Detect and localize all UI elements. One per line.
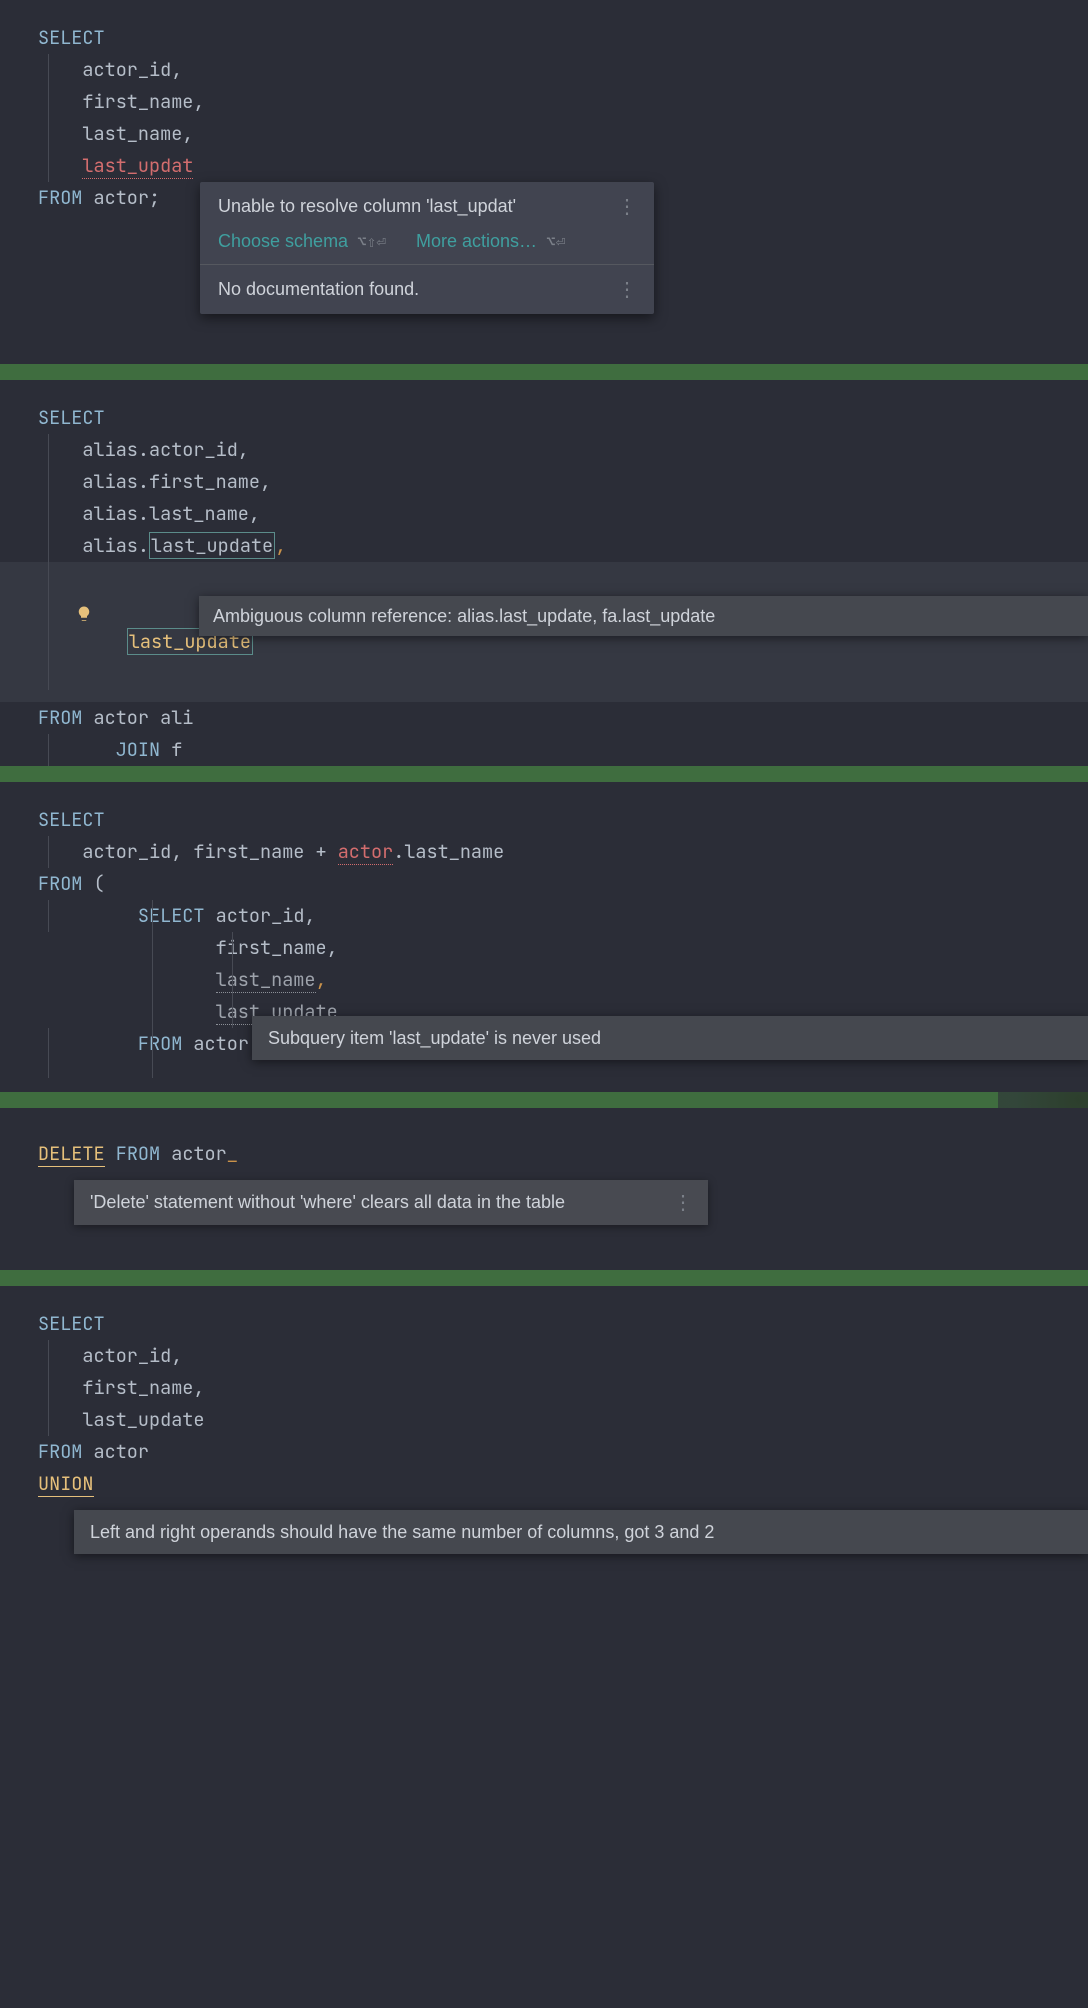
keyword-from: FROM: [38, 705, 82, 730]
error-token[interactable]: actor: [338, 839, 394, 865]
code-line[interactable]: actor_id, first_name + actor.last_name: [0, 836, 1088, 868]
code-line[interactable]: SELECT: [0, 804, 1088, 836]
code-line[interactable]: FROM (: [0, 868, 1088, 900]
code-block-4: DELETE FROM actor_ 'Delete' statement wi…: [0, 1108, 1088, 1270]
separator: [0, 364, 1088, 380]
column: alias.first_name,: [38, 469, 271, 494]
keyword-from: FROM: [38, 185, 82, 210]
keyword-select: SELECT: [138, 903, 205, 928]
choose-schema-link[interactable]: Choose schema: [218, 231, 348, 251]
code-line[interactable]: SELECT: [0, 1308, 1088, 1340]
code-line: [0, 1060, 1088, 1078]
keyword-delete[interactable]: DELETE: [38, 1141, 105, 1167]
boxed-identifier[interactable]: last_update: [149, 532, 275, 559]
keyword-from: FROM: [138, 1031, 182, 1056]
code-line[interactable]: SELECT: [0, 402, 1088, 434]
unresolved-column[interactable]: last_updat: [82, 153, 193, 179]
code-line[interactable]: first_name,: [0, 932, 1088, 964]
code-line[interactable]: first_name,: [0, 1372, 1088, 1404]
subquery-tooltip: Subquery item 'last_update' is never use…: [252, 1016, 1088, 1060]
column: alias.last_name,: [38, 501, 260, 526]
code-line[interactable]: JOIN f: [0, 734, 1088, 766]
no-documentation: No documentation found.: [218, 279, 419, 300]
code-block-1: SELECT actor_id, first_name, last_name, …: [0, 0, 1088, 364]
code-block-3: SELECT actor_id, first_name + actor.last…: [0, 782, 1088, 1092]
code-block-5: SELECT actor_id, first_name, last_update…: [0, 1286, 1088, 1574]
separator: [0, 1270, 1088, 1286]
more-actions-link[interactable]: More actions…: [416, 231, 537, 251]
code-line[interactable]: actor_id,: [0, 1340, 1088, 1372]
code-line[interactable]: actor_id,: [0, 54, 1088, 86]
keyword-select: SELECT: [38, 807, 105, 832]
code-line: [0, 690, 1088, 702]
keyword-from: FROM: [38, 871, 82, 896]
code-line[interactable]: alias.last_update,: [0, 530, 1088, 562]
column: last_update: [38, 1407, 205, 1432]
code-line[interactable]: SELECT: [0, 22, 1088, 54]
popup-title: Unable to resolve column 'last_updat': [218, 196, 516, 217]
unused-column[interactable]: last_name: [216, 967, 316, 993]
code-line[interactable]: FROM actor ali: [0, 702, 1088, 734]
code-line[interactable]: first_name,: [0, 86, 1088, 118]
separator: [0, 1092, 1088, 1108]
column: first_name,: [38, 89, 205, 114]
column: actor_id,: [38, 1343, 182, 1368]
keyword-union[interactable]: UNION: [38, 1471, 94, 1497]
shortcut: ⌥⇧⏎: [357, 232, 386, 251]
code-line[interactable]: last_update: [0, 1404, 1088, 1436]
keyword-select: SELECT: [38, 1311, 105, 1336]
keyword-select: SELECT: [38, 405, 105, 430]
code-line[interactable]: DELETE FROM actor_: [0, 1138, 1088, 1170]
column: alias.actor_id,: [38, 437, 249, 462]
code-line[interactable]: alias.actor_id,: [0, 434, 1088, 466]
kebab-icon[interactable]: ⋮: [617, 194, 636, 219]
code-line[interactable]: UNION: [0, 1468, 1088, 1500]
code-line[interactable]: last_updat: [0, 150, 1088, 182]
bulb-icon[interactable]: [8, 569, 24, 585]
shortcut: ⌥⏎: [546, 232, 565, 251]
code-line[interactable]: alias.last_name,: [0, 498, 1088, 530]
popup-actions-row: Choose schema ⌥⇧⏎ More actions… ⌥⏎: [200, 231, 654, 264]
separator: [0, 766, 1088, 782]
popup-title-row: Unable to resolve column 'last_updat' ⋮: [200, 182, 654, 231]
code-line[interactable]: FROM actor: [0, 1436, 1088, 1468]
kebab-icon[interactable]: ⋮: [617, 277, 636, 302]
code-line[interactable]: last_name,: [0, 118, 1088, 150]
ambiguous-tooltip: Ambiguous column reference: alias.last_u…: [199, 596, 1088, 636]
keyword-from: FROM: [116, 1141, 160, 1166]
column: actor_id,: [38, 57, 182, 82]
corner-noise: [998, 1092, 1088, 1108]
code-block-2: SELECT alias.actor_id, alias.first_name,…: [0, 380, 1088, 766]
code-line[interactable]: SELECT actor_id,: [0, 900, 1088, 932]
code-line[interactable]: last_name,: [0, 964, 1088, 996]
union-tooltip: Left and right operands should have the …: [74, 1510, 1088, 1554]
caret-icon: _: [227, 1141, 238, 1166]
delete-warning-tooltip: 'Delete' statement without 'where' clear…: [74, 1180, 708, 1225]
kebab-icon[interactable]: ⋮: [673, 1190, 692, 1215]
keyword-select: SELECT: [38, 25, 105, 50]
column: first_name,: [38, 1375, 205, 1400]
column: last_name,: [38, 121, 193, 146]
code-line[interactable]: alias.first_name,: [0, 466, 1088, 498]
keyword-join: JOIN: [116, 737, 160, 762]
keyword-from: FROM: [38, 1439, 82, 1464]
popup-nodoc-row: No documentation found. ⋮: [200, 264, 654, 314]
error-popup: Unable to resolve column 'last_updat' ⋮ …: [200, 182, 654, 314]
